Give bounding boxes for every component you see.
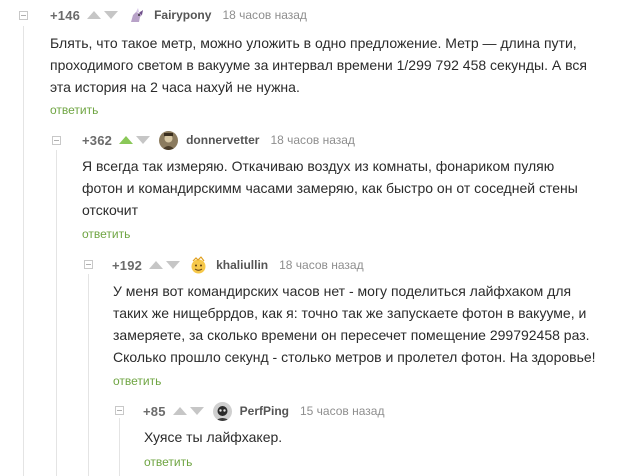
avatar[interactable] (189, 255, 209, 275)
thread-line-level-1 (23, 26, 24, 476)
comment-text: У меня вот командирских часов нет - могу… (113, 283, 596, 365)
thread-line-level-4 (119, 418, 120, 476)
author-nick[interactable]: PerfPing (240, 404, 289, 418)
comment-time[interactable]: 18 часов назад (279, 258, 363, 272)
comment-rating: +192 (112, 257, 143, 273)
collapse-icon[interactable] (52, 136, 61, 145)
comment-rating: +362 (82, 132, 113, 148)
avatar[interactable] (212, 401, 232, 421)
avatar[interactable] (159, 130, 179, 150)
vote-up-icon[interactable] (119, 136, 134, 144)
vote-up-icon[interactable] (87, 11, 102, 19)
vote-down-icon[interactable] (189, 407, 204, 415)
collapse-icon[interactable] (84, 260, 93, 269)
reply-link[interactable]: ответить (82, 227, 130, 241)
thread-line-level-2 (56, 150, 57, 476)
comment-time[interactable]: 15 часов назад (300, 404, 384, 418)
author-nick[interactable]: Fairypony (154, 8, 211, 22)
comment-text: Хуясе ты лайфхакер. (144, 429, 283, 445)
comment-header: +192 khaliullin 18 часов назад (112, 255, 364, 275)
comment-header: +85 PerfPing 15 часов назад (143, 401, 384, 421)
collapse-icon[interactable] (19, 11, 28, 20)
avatar[interactable] (127, 5, 147, 25)
author-nick[interactable]: khaliullin (216, 258, 268, 272)
comment-rating: +146 (50, 7, 81, 23)
reply-link[interactable]: ответить (113, 374, 161, 388)
author-nick[interactable]: donnervetter (186, 133, 259, 147)
comment-time[interactable]: 18 часов назад (222, 8, 306, 22)
vote-up-icon[interactable] (149, 261, 164, 269)
vote-down-icon[interactable] (104, 11, 119, 19)
comment-header: +146 Fairypony 18 часов назад (50, 5, 307, 25)
thread-line-level-3 (88, 274, 89, 476)
collapse-icon[interactable] (115, 406, 124, 415)
comment-time[interactable]: 18 часов назад (270, 133, 354, 147)
comment-rating: +85 (143, 403, 166, 419)
comment-text: Я всегда так измеряю. Откачиваю воздух и… (82, 158, 578, 218)
comment-text: Блять, что такое метр, можно уложить в о… (50, 35, 587, 95)
reply-link[interactable]: ответить (144, 455, 192, 469)
reply-link[interactable]: ответить (50, 103, 98, 117)
vote-up-icon[interactable] (172, 407, 187, 415)
vote-down-icon[interactable] (136, 136, 151, 144)
comment-header: +362 donnervetter 18 часов назад (82, 130, 355, 150)
vote-down-icon[interactable] (166, 261, 181, 269)
